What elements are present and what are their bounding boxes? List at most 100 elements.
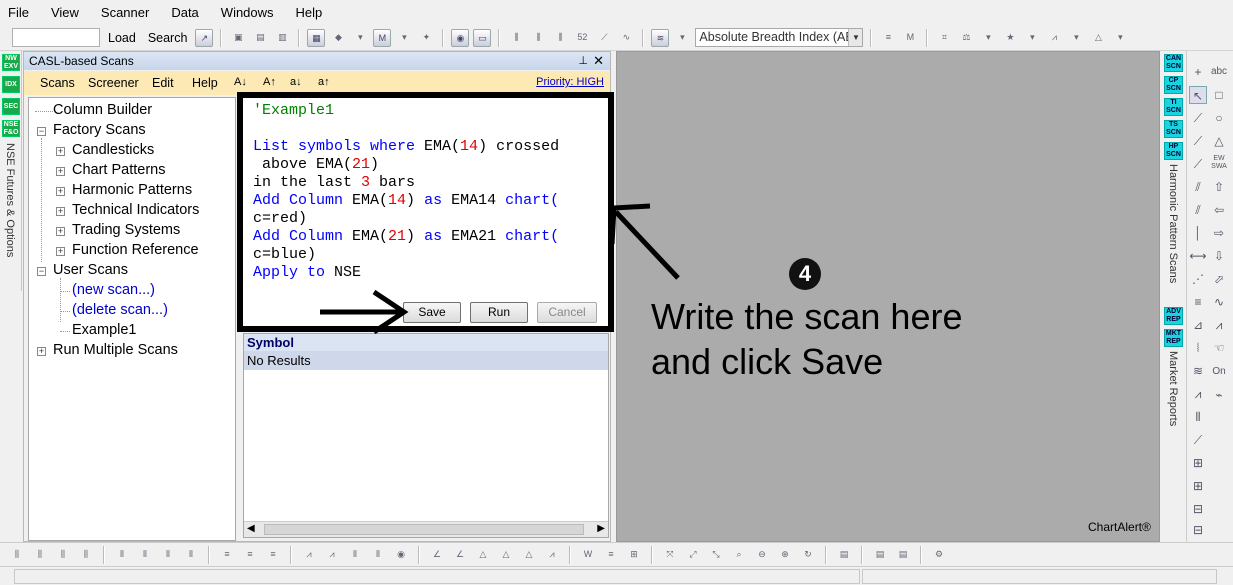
zoom-out-icon[interactable]: ⊖ xyxy=(753,546,771,564)
harmonic-pattern-scans-tab[interactable]: Harmonic Pattern Scans xyxy=(1167,164,1179,283)
horizontal-scrollbar[interactable]: ◀ ▶ xyxy=(244,521,608,537)
hp-scn-button[interactable]: HP SCN xyxy=(1164,142,1183,160)
chevron-down-icon[interactable]: ▾ xyxy=(1023,29,1041,47)
tree-user-scans[interactable]: User Scans xyxy=(53,262,128,278)
scroll-left-icon[interactable]: ◀ xyxy=(247,523,255,534)
load-button[interactable]: Load xyxy=(108,31,136,45)
scroll-right-icon[interactable]: ▶ xyxy=(597,523,605,534)
pattern-icon[interactable]: ⩘ xyxy=(1210,316,1228,334)
crosshair-icon[interactable]: + xyxy=(1189,63,1207,81)
w-icon[interactable]: W xyxy=(579,546,597,564)
volume-icon[interactable]: ≡ xyxy=(218,546,236,564)
font-smaller-down-button[interactable]: a↓ xyxy=(290,76,302,88)
angle-icon[interactable]: ∠ xyxy=(428,546,446,564)
grid-icon[interactable]: ⊞ xyxy=(1189,477,1207,495)
bars-icon[interactable]: ⦀ xyxy=(113,546,131,564)
arrow-down-icon[interactable]: ⇩ xyxy=(1210,247,1228,265)
panel-menu-help[interactable]: Help xyxy=(192,76,218,90)
scan-code-editor[interactable]: 'Example1 List symbols where EMA(14) cro… xyxy=(243,98,608,326)
settings-icon[interactable]: ⚙ xyxy=(930,546,948,564)
pin-icon[interactable]: ⊥ xyxy=(578,52,588,70)
tree-factory-scans[interactable]: Factory Scans xyxy=(53,122,146,138)
expand-icon[interactable]: + xyxy=(56,167,65,176)
text-tool[interactable]: abc xyxy=(1210,63,1228,81)
save-icon[interactable]: ▣ xyxy=(229,29,247,47)
run-button[interactable]: Run xyxy=(470,302,528,323)
ts-scn-button[interactable]: TS SCN xyxy=(1164,120,1183,138)
menu-view[interactable]: View xyxy=(51,5,79,20)
triangle-icon[interactable]: △ xyxy=(520,546,538,564)
panel-menu-scans[interactable]: Scans xyxy=(40,76,75,90)
expand-icon[interactable]: + xyxy=(56,207,65,216)
expand-icon[interactable]: + xyxy=(56,247,65,256)
tree-chart-patterns[interactable]: Chart Patterns xyxy=(72,162,166,178)
expand-icon[interactable]: ⤢ xyxy=(684,546,702,564)
list-icon[interactable]: ▤ xyxy=(871,546,889,564)
ma-icon[interactable]: ∿ xyxy=(617,29,635,47)
angle-icon[interactable]: ∠ xyxy=(451,546,469,564)
grid-icon[interactable]: ⊞ xyxy=(1189,454,1207,472)
triangle-icon[interactable]: △ xyxy=(497,546,515,564)
pattern-icon[interactable]: ⩘ xyxy=(1045,29,1063,47)
vertical-bars-icon[interactable]: ⦀ xyxy=(1189,408,1207,426)
pointer-icon[interactable]: ↖ xyxy=(1189,86,1207,104)
diamond-icon[interactable]: ◆ xyxy=(329,29,347,47)
zigzag-icon[interactable]: ⩘ xyxy=(323,546,341,564)
tam-icon[interactable]: ⌗ xyxy=(935,29,953,47)
tree-run-multiple-scans[interactable]: Run Multiple Scans xyxy=(53,342,178,358)
data-icon[interactable]: ▦ xyxy=(307,28,326,47)
menu-windows[interactable]: Windows xyxy=(221,5,274,20)
magnet-icon[interactable]: ⌁ xyxy=(1210,386,1228,404)
volume-icon[interactable]: ≡ xyxy=(264,546,282,564)
abc-icon[interactable]: ⩘ xyxy=(543,546,561,564)
volume-icon[interactable]: ≡ xyxy=(241,546,259,564)
arrow-up-icon[interactable]: ⇧ xyxy=(1210,178,1228,196)
arrow-up-right-icon[interactable]: ⬀ xyxy=(1210,270,1228,288)
indicator-icon[interactable]: ≋ xyxy=(651,28,670,47)
collapse-icon[interactable]: − xyxy=(37,267,46,276)
on-toggle[interactable]: On xyxy=(1210,363,1228,381)
triangle-icon[interactable]: △ xyxy=(474,546,492,564)
close-icon[interactable]: ✕ xyxy=(593,52,604,70)
preview-icon[interactable]: ▥ xyxy=(273,29,291,47)
expand-icon[interactable]: + xyxy=(37,347,46,356)
search-button[interactable]: Search xyxy=(148,31,188,45)
chart-type-icon[interactable]: ⫼ xyxy=(77,546,95,564)
font-smaller-up-button[interactable]: a↑ xyxy=(318,76,330,88)
chart-type-icon[interactable]: ⫼ xyxy=(54,546,72,564)
chevron-down-icon[interactable]: ▾ xyxy=(979,29,997,47)
mkt-rep-button[interactable]: MKT REP xyxy=(1164,329,1183,347)
bars-icon[interactable]: ⦀ xyxy=(346,546,364,564)
chevron-down-icon[interactable]: ▼ xyxy=(848,29,863,46)
cancel-button[interactable]: Cancel xyxy=(537,302,597,323)
grid-lines-icon[interactable]: ≡ xyxy=(1189,293,1207,311)
cp-scn-button[interactable]: CP SCN xyxy=(1164,76,1183,94)
lin-icon[interactable]: ≡ xyxy=(602,546,620,564)
refresh-icon[interactable]: ↻ xyxy=(799,546,817,564)
shrink-icon[interactable]: ⤡ xyxy=(707,546,725,564)
bar-chart-icon[interactable]: ⫼ xyxy=(507,29,525,47)
chevron-down-icon[interactable]: ▾ xyxy=(351,29,369,47)
zoom-in-icon[interactable]: ⊕ xyxy=(776,546,794,564)
idx-button[interactable]: IDX xyxy=(2,76,20,93)
globe-icon[interactable]: ◉ xyxy=(451,28,470,47)
zoom-icon[interactable]: ⌕ xyxy=(730,546,748,564)
indicator-select[interactable]: Absolute Breadth Index (ABI ▼ xyxy=(695,28,864,47)
chevron-down-icon[interactable]: ▾ xyxy=(673,29,691,47)
menu-data[interactable]: Data xyxy=(171,5,198,20)
menu-help[interactable]: Help xyxy=(296,5,323,20)
network-icon[interactable]: ✦ xyxy=(417,29,435,47)
vertical-line-icon[interactable]: │ xyxy=(1189,224,1207,242)
hand-icon[interactable]: ☜ xyxy=(1210,339,1228,357)
pattern-grid-icon[interactable]: ⊟ xyxy=(1189,521,1207,539)
triangle-icon[interactable]: △ xyxy=(1210,132,1228,150)
font-larger-up-button[interactable]: A↑ xyxy=(263,76,276,88)
expand-icon[interactable]: + xyxy=(56,187,65,196)
tree-technical-indicators[interactable]: Technical Indicators xyxy=(72,202,199,218)
ti-scn-button[interactable]: TI SCN xyxy=(1164,98,1183,116)
pivot-icon[interactable]: M xyxy=(901,29,919,47)
chart-tool-icon[interactable]: ↗ xyxy=(195,28,214,47)
wave-icon[interactable]: ∿ xyxy=(1210,293,1228,311)
collapse-icon[interactable]: − xyxy=(37,127,46,136)
sl-line-icon[interactable]: ⟋ xyxy=(1189,132,1207,150)
